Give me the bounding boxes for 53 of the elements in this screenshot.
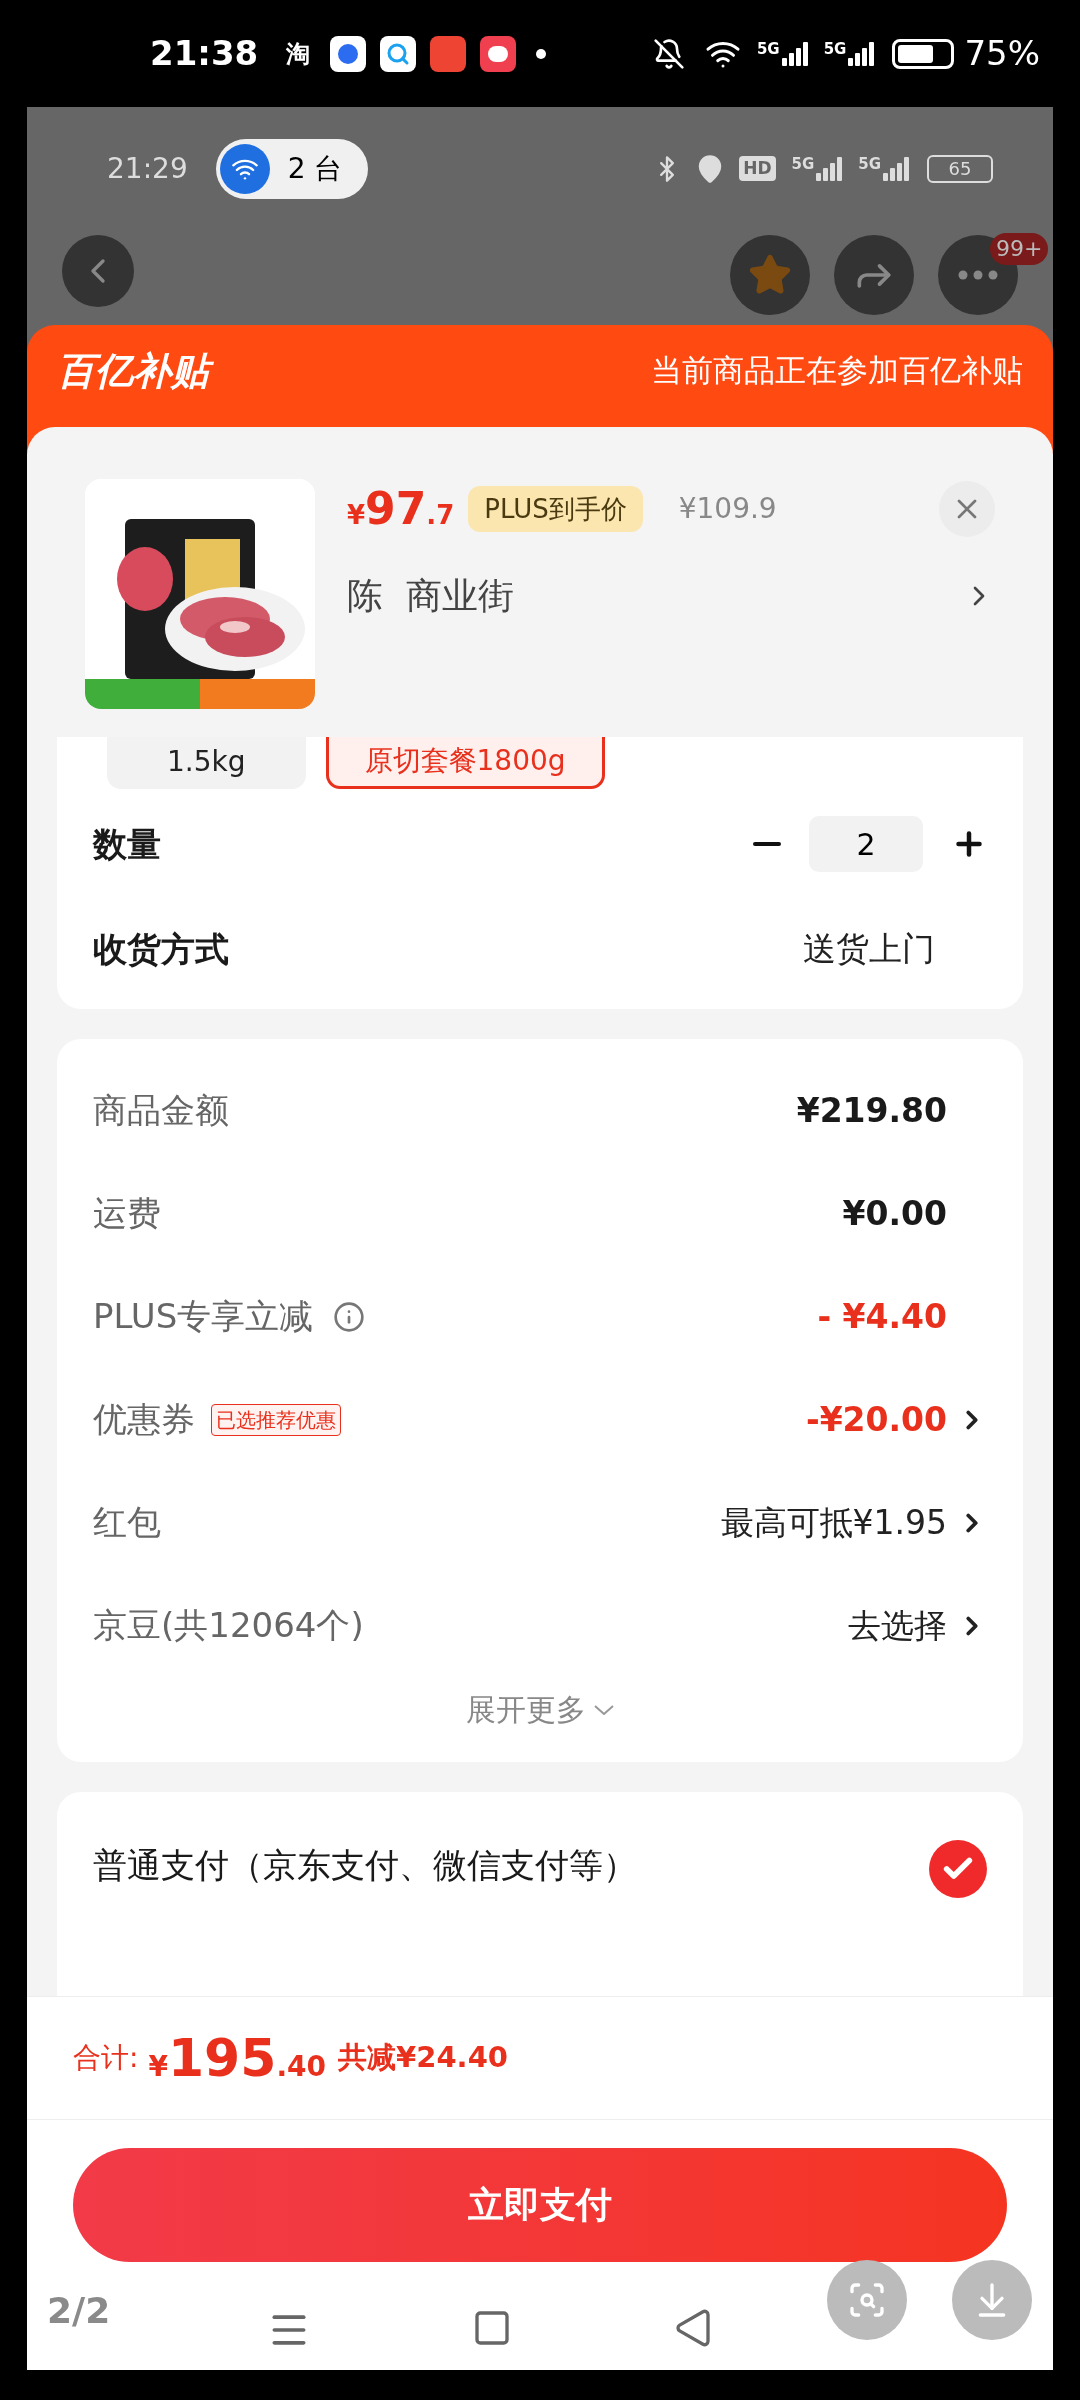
subsidy-logo: 百亿补贴 xyxy=(57,347,219,395)
plus-price-tag: PLUS到手价 xyxy=(468,486,643,532)
quantity-field[interactable]: 2 xyxy=(809,816,923,872)
fee-value[interactable]: -¥20.00 xyxy=(805,1394,947,1445)
spec-option[interactable]: 1.5kg xyxy=(107,737,306,789)
battery-icon xyxy=(892,38,955,69)
delivery-label: 收货方式 xyxy=(93,927,229,971)
fee-label: PLUS专享立减 xyxy=(93,1295,314,1338)
delivery-value: 送货上门 xyxy=(803,928,935,971)
quantity-label: 数量 xyxy=(93,822,161,866)
hotspot-icon xyxy=(219,143,270,194)
total-price: ¥195.40 xyxy=(148,2027,327,2090)
spec-option[interactable]: 原切套餐1800g xyxy=(325,737,605,789)
chevron-down-icon xyxy=(594,1704,614,1715)
minus-button[interactable] xyxy=(753,842,781,846)
banner-text: 当前商品正在参加百亿补贴 xyxy=(651,351,1023,390)
fee-label: 优惠券 xyxy=(93,1398,195,1441)
original-price: ¥109.9 xyxy=(678,491,777,527)
app-icon xyxy=(480,35,517,72)
fee-label: 京豆(共12064个) xyxy=(93,1604,364,1647)
battery-icon: 65 xyxy=(927,154,993,183)
pay-now-button[interactable]: 立即支付 xyxy=(73,2148,1007,2262)
clock: 21:38 xyxy=(150,32,259,75)
fee-label: 红包 xyxy=(93,1501,161,1544)
home-icon[interactable] xyxy=(472,2308,512,2348)
app-icon xyxy=(430,35,467,72)
price: ¥97.7 xyxy=(347,482,455,536)
hd-icon: HD xyxy=(739,155,776,182)
fee-value: ¥219.80 xyxy=(796,1089,947,1132)
notification-badge: 99+ xyxy=(990,233,1049,265)
expand-more-button[interactable]: 展开更多 xyxy=(466,1687,614,1732)
fee-value[interactable]: 去选择 xyxy=(848,1600,947,1651)
more-icon xyxy=(958,270,998,280)
app-notification-icon: 淘 xyxy=(286,35,311,72)
lens-icon xyxy=(847,2280,887,2320)
fee-label: 运费 xyxy=(93,1192,161,1235)
total-savings: 共减¥24.40 xyxy=(338,2039,508,2077)
fee-label: 商品金额 xyxy=(93,1089,229,1132)
payment-option[interactable]: 普通支付（京东支付、微信支付等） xyxy=(93,1840,637,1891)
fee-value[interactable]: 最高可抵¥1.95 xyxy=(720,1497,947,1548)
mute-icon xyxy=(652,37,685,70)
search-app-icon xyxy=(380,35,417,72)
hotspot-pill: 2 台 xyxy=(215,138,369,199)
payment-checkbox[interactable] xyxy=(929,1840,987,1898)
page-indicator: 2/2 xyxy=(47,2289,111,2333)
clock: 21:29 xyxy=(107,150,188,187)
coupon-tag: 已选推荐优惠 xyxy=(211,1403,341,1436)
fee-value: ¥0.00 xyxy=(842,1192,947,1235)
battery-percent: 75% xyxy=(964,32,1040,75)
minus-icon xyxy=(753,842,781,846)
address-row[interactable]: 陈 商业街 xyxy=(347,569,995,623)
total-label: 合计: xyxy=(73,2040,139,2076)
fee-value: - ¥4.40 xyxy=(817,1295,947,1338)
